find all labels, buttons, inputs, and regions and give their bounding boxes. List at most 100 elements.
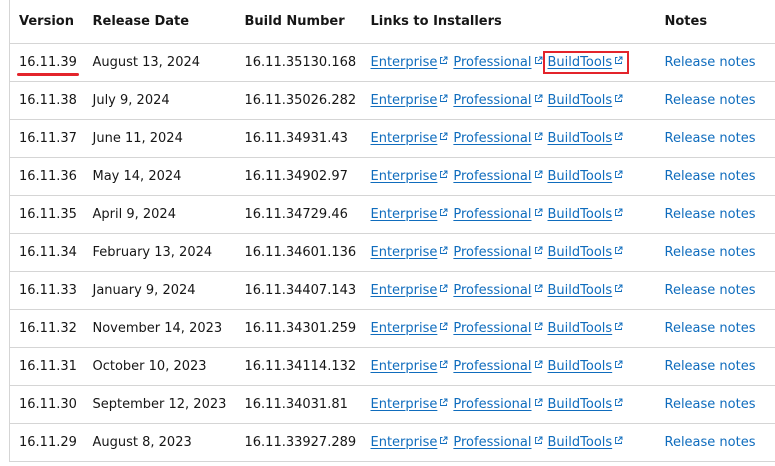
enterprise-link[interactable]: Enterprise bbox=[371, 55, 449, 70]
release-notes-link[interactable]: Release notes bbox=[665, 55, 756, 70]
enterprise-link-label: Enterprise bbox=[370, 245, 438, 260]
release-notes-link[interactable]: Release notes bbox=[665, 131, 756, 146]
external-link-icon bbox=[614, 170, 623, 179]
professional-link[interactable]: Professional bbox=[453, 283, 542, 298]
release-notes-link[interactable]: Release notes bbox=[665, 435, 756, 450]
release-notes-link[interactable]: Release notes bbox=[665, 397, 756, 412]
enterprise-link-label: Enterprise bbox=[370, 207, 438, 222]
column-header-build-number: Build Number bbox=[235, 0, 362, 44]
build-number-text: 16.11.34031.81 bbox=[244, 397, 348, 412]
professional-link[interactable]: Professional bbox=[453, 321, 542, 336]
version-cell: 16.11.29 bbox=[9, 423, 84, 462]
buildtools-link[interactable]: BuildTools bbox=[548, 435, 624, 450]
professional-link[interactable]: Professional bbox=[453, 397, 542, 412]
build-number-text: 16.11.34407.143 bbox=[244, 283, 357, 298]
build-number-cell: 16.11.35026.282 bbox=[235, 81, 362, 120]
installer-links-cell: Enterprise Professional BuildTools bbox=[361, 119, 656, 158]
professional-link-label: Professional bbox=[453, 169, 532, 184]
buildtools-link-wrapper: BuildTools bbox=[548, 245, 624, 260]
enterprise-link-label: Enterprise bbox=[370, 397, 438, 412]
release-notes-link[interactable]: Release notes bbox=[665, 93, 756, 108]
version-text: 16.11.34 bbox=[19, 245, 77, 260]
professional-link-label: Professional bbox=[453, 321, 532, 336]
release-date-text: April 9, 2024 bbox=[92, 207, 176, 222]
buildtools-link[interactable]: BuildTools bbox=[548, 207, 624, 222]
buildtools-link[interactable]: BuildTools bbox=[548, 55, 624, 70]
external-link-icon bbox=[439, 246, 448, 255]
buildtools-link-label: BuildTools bbox=[547, 169, 613, 184]
release-date-text: August 8, 2023 bbox=[92, 435, 192, 450]
enterprise-link[interactable]: Enterprise bbox=[371, 435, 449, 450]
buildtools-link[interactable]: BuildTools bbox=[548, 131, 624, 146]
external-link-icon bbox=[534, 398, 543, 407]
professional-link[interactable]: Professional bbox=[453, 207, 542, 222]
external-link-icon bbox=[534, 208, 543, 217]
external-link-icon bbox=[439, 208, 448, 217]
enterprise-link-label: Enterprise bbox=[370, 359, 438, 374]
release-date-cell: April 9, 2024 bbox=[83, 195, 236, 234]
table-row: 16.11.30 September 12, 2023 16.11.34031.… bbox=[9, 385, 775, 424]
buildtools-link-label: BuildTools bbox=[547, 93, 613, 108]
enterprise-link[interactable]: Enterprise bbox=[371, 397, 449, 412]
buildtools-link-label: BuildTools bbox=[547, 283, 613, 298]
notes-cell: Release notes bbox=[655, 195, 775, 234]
buildtools-link-wrapper: BuildTools bbox=[548, 397, 624, 412]
build-number-cell: 16.11.34601.136 bbox=[235, 233, 362, 272]
external-link-icon bbox=[614, 360, 623, 369]
professional-link[interactable]: Professional bbox=[453, 435, 542, 450]
build-number-text: 16.11.34931.43 bbox=[244, 131, 348, 146]
professional-link[interactable]: Professional bbox=[453, 93, 542, 108]
enterprise-link[interactable]: Enterprise bbox=[371, 207, 449, 222]
build-number-text: 16.11.34729.46 bbox=[244, 207, 348, 222]
version-text: 16.11.33 bbox=[19, 283, 77, 298]
buildtools-link[interactable]: BuildTools bbox=[548, 169, 624, 184]
release-notes-link[interactable]: Release notes bbox=[665, 245, 756, 260]
professional-link-label: Professional bbox=[453, 397, 532, 412]
buildtools-link[interactable]: BuildTools bbox=[548, 397, 624, 412]
professional-link[interactable]: Professional bbox=[453, 359, 542, 374]
table-row: 16.11.31 October 10, 2023 16.11.34114.13… bbox=[9, 347, 775, 386]
enterprise-link[interactable]: Enterprise bbox=[371, 131, 449, 146]
release-date-text: February 13, 2024 bbox=[92, 245, 213, 260]
version-cell: 16.11.34 bbox=[9, 233, 84, 272]
notes-cell: Release notes bbox=[655, 233, 775, 272]
buildtools-link[interactable]: BuildTools bbox=[548, 359, 624, 374]
notes-cell: Release notes bbox=[655, 347, 775, 386]
professional-link[interactable]: Professional bbox=[453, 245, 542, 260]
enterprise-link-label: Enterprise bbox=[370, 93, 438, 108]
external-link-icon bbox=[614, 94, 623, 103]
buildtools-link[interactable]: BuildTools bbox=[548, 245, 624, 260]
professional-link[interactable]: Professional bbox=[453, 55, 542, 70]
installer-links-cell: Enterprise Professional BuildTools bbox=[361, 81, 656, 120]
buildtools-link-wrapper: BuildTools bbox=[548, 207, 624, 222]
version-text: 16.11.32 bbox=[19, 321, 77, 336]
release-notes-link[interactable]: Release notes bbox=[665, 207, 756, 222]
build-number-text: 16.11.35130.168 bbox=[244, 55, 357, 70]
enterprise-link[interactable]: Enterprise bbox=[371, 321, 449, 336]
release-notes-link[interactable]: Release notes bbox=[665, 321, 756, 336]
buildtools-link-label: BuildTools bbox=[547, 131, 613, 146]
enterprise-link[interactable]: Enterprise bbox=[371, 169, 449, 184]
release-notes-link[interactable]: Release notes bbox=[665, 359, 756, 374]
enterprise-link[interactable]: Enterprise bbox=[371, 359, 449, 374]
enterprise-link[interactable]: Enterprise bbox=[371, 283, 449, 298]
version-text: 16.11.36 bbox=[19, 169, 77, 184]
build-number-cell: 16.11.34902.97 bbox=[235, 157, 362, 196]
enterprise-link[interactable]: Enterprise bbox=[371, 93, 449, 108]
enterprise-link[interactable]: Enterprise bbox=[371, 245, 449, 260]
release-date-text: July 9, 2024 bbox=[92, 93, 170, 108]
professional-link[interactable]: Professional bbox=[453, 131, 542, 146]
notes-cell: Release notes bbox=[655, 81, 775, 120]
build-number-cell: 16.11.34931.43 bbox=[235, 119, 362, 158]
release-notes-link[interactable]: Release notes bbox=[665, 169, 756, 184]
external-link-icon bbox=[534, 322, 543, 331]
professional-link[interactable]: Professional bbox=[453, 169, 542, 184]
buildtools-link-wrapper: BuildTools bbox=[548, 131, 624, 146]
build-number-cell: 16.11.34301.259 bbox=[235, 309, 362, 348]
release-notes-link[interactable]: Release notes bbox=[665, 283, 756, 298]
buildtools-link[interactable]: BuildTools bbox=[548, 283, 624, 298]
buildtools-link[interactable]: BuildTools bbox=[548, 321, 624, 336]
buildtools-link[interactable]: BuildTools bbox=[548, 93, 624, 108]
external-link-icon bbox=[439, 170, 448, 179]
external-link-icon bbox=[614, 246, 623, 255]
